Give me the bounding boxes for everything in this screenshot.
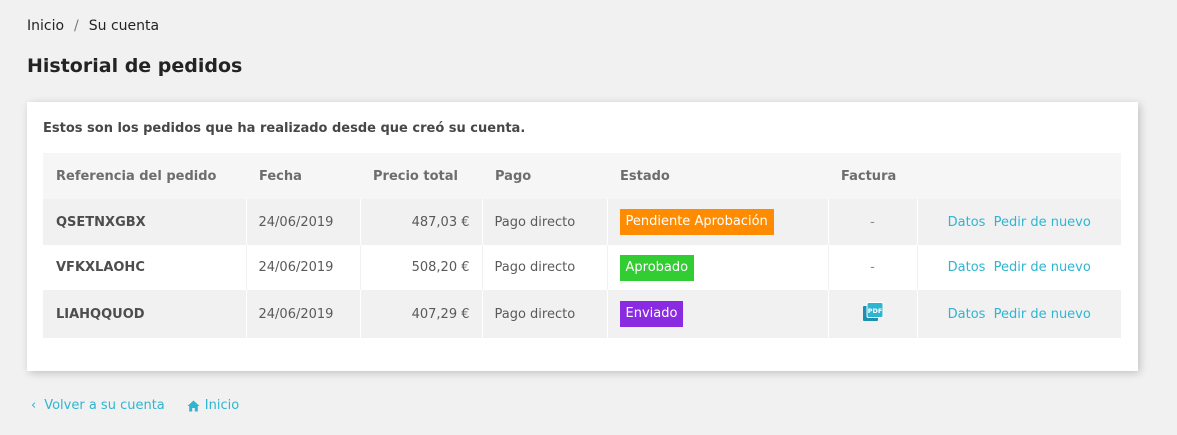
intro-text: Estos son los pedidos que ha realizado d… [43,121,526,136]
reorder-link[interactable]: Pedir de nuevo [994,260,1091,275]
order-history-card: Estos son los pedidos que ha realizado d… [27,102,1138,371]
chevron-left-icon: ‹ [31,398,37,413]
reorder-link[interactable]: Pedir de nuevo [994,215,1091,230]
order-details-link[interactable]: Datos [948,260,986,275]
order-total: 487,03 € [359,199,482,245]
status-badge: Enviado [619,301,684,327]
status-badge: Aprobado [619,254,695,281]
column-header-date: Fecha [259,168,302,184]
order-reference: VFKXLAOHC [56,260,145,275]
status-badge: Pendiente Aprobación [619,209,774,235]
order-date: 24/06/2019 [245,199,360,245]
order-date: 24/06/2019 [245,290,360,338]
order-payment: Pago directo [481,199,607,245]
order-details-link[interactable]: Datos [948,215,986,230]
svg-text:PDF: PDF [867,307,882,315]
table-row: QSETNXGBX 24/06/2019 487,03 € Pago direc… [43,199,1121,245]
breadcrumb-home-link[interactable]: Inicio [27,18,64,34]
home-link[interactable]: Inicio [187,398,239,413]
breadcrumb: Inicio / Su cuenta [27,18,159,34]
order-date: 24/06/2019 [245,245,360,290]
order-actions: Datos Pedir de nuevo [916,245,1121,290]
order-payment: Pago directo [481,290,607,338]
home-label: Inicio [204,398,240,413]
order-total: 407,29 € [359,290,482,338]
order-actions: Datos Pedir de nuevo [916,199,1121,245]
back-to-account-link[interactable]: ‹ Volver a su cuenta [31,398,165,413]
account-footer-links: ‹ Volver a su cuenta Inicio [31,398,239,413]
order-invoice: - [827,199,917,245]
order-invoice: PDF [827,290,917,338]
table-header-row: Referencia del pedido Fecha Precio total… [43,153,1121,199]
breadcrumb-current-link[interactable]: Su cuenta [89,18,159,34]
page-title: Historial de pedidos [27,55,243,77]
table-row: VFKXLAOHC 24/06/2019 508,20 € Pago direc… [43,245,1121,290]
orders-table: Referencia del pedido Fecha Precio total… [43,153,1121,338]
column-header-invoice: Factura [841,168,897,184]
column-header-payment: Pago [495,168,532,184]
order-invoice: - [827,245,917,290]
order-payment: Pago directo [481,245,607,290]
breadcrumb-separator: / [74,18,79,34]
home-icon [187,400,200,411]
order-details-link[interactable]: Datos [948,307,986,322]
order-status-cell: Enviado [606,290,828,338]
back-to-account-label: Volver a su cuenta [44,398,165,413]
table-row: LIAHQQUOD 24/06/2019 407,29 € Pago direc… [43,290,1121,338]
order-status-cell: Aprobado [606,245,828,290]
order-total: 508,20 € [359,245,482,290]
reorder-link[interactable]: Pedir de nuevo [994,307,1091,322]
column-header-total: Precio total [373,168,458,184]
order-reference: QSETNXGBX [56,214,146,230]
pdf-icon[interactable]: PDF [862,302,884,326]
column-header-status: Estado [620,168,670,184]
column-header-reference: Referencia del pedido [56,168,217,184]
order-reference: LIAHQQUOD [56,306,145,322]
order-status-cell: Pendiente Aprobación [606,199,828,245]
column-header-actions [917,153,1121,199]
order-actions: Datos Pedir de nuevo [916,290,1121,338]
